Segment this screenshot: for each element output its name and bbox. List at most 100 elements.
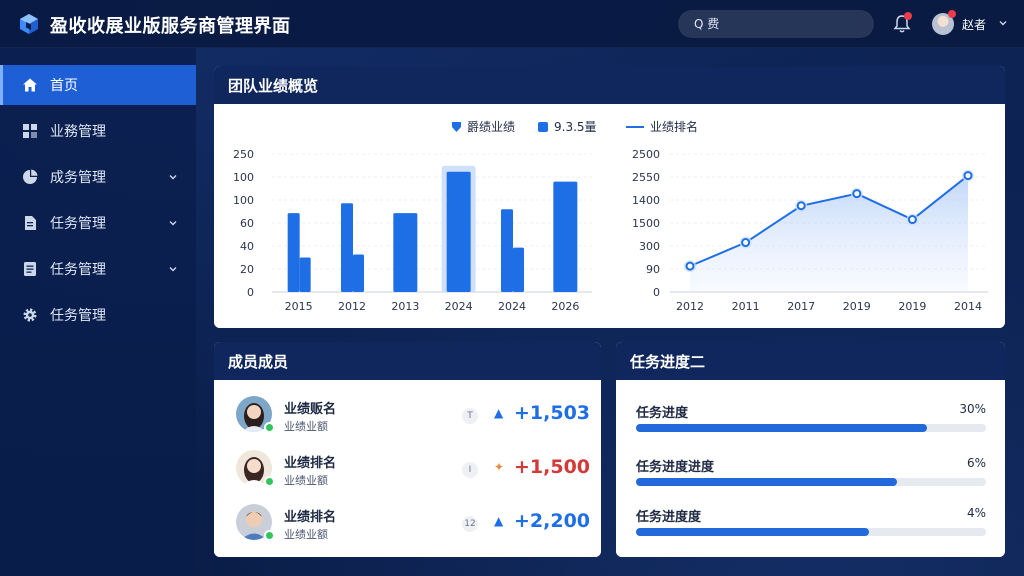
progress-title: 任务进度二 — [616, 342, 1005, 380]
trend-up-icon: ▲ — [494, 406, 504, 420]
gear-icon — [23, 308, 37, 322]
member-name: 业绩排名 — [284, 510, 337, 525]
y-tick-label: 40 — [240, 240, 254, 253]
chevron-down-icon[interactable] — [168, 172, 178, 182]
data-point — [741, 238, 751, 248]
online-status-dot — [264, 476, 275, 487]
progress-label: 任务进度进度 — [636, 460, 715, 475]
rank-badge: 12 — [462, 516, 478, 532]
y-tick-label: 2550 — [632, 171, 660, 184]
x-tick-label: 2011 — [732, 300, 760, 313]
progress-list: 任务进度 30% 任务进度进度 6% 任务进度度 4% — [616, 380, 1005, 557]
bar — [513, 247, 524, 292]
member-subtitle: 业绩业额 — [284, 528, 328, 541]
sidebar-item-label: 成务管理 — [50, 170, 106, 186]
user-name[interactable]: 赵者 — [962, 16, 986, 33]
progress-item: 任务进度度 4% — [636, 506, 986, 546]
chevron-down-icon[interactable] — [168, 264, 178, 274]
top-header: 盈收收展业版服务商管理界面 赵者 — [0, 0, 1024, 48]
sidebar-item-label: 业務管理 — [50, 124, 106, 140]
y-tick-label: 300 — [639, 240, 660, 253]
sidebar-item-finance[interactable]: 成务管理 — [0, 157, 196, 197]
y-tick-label: 0 — [653, 286, 660, 299]
bar-chart: 0 20 40 60 100 100 250 2015 2012 2013 2024 2024 2026 — [233, 148, 592, 313]
progress-track — [636, 424, 986, 432]
data-point — [852, 189, 862, 199]
member-value: +1,500 — [514, 456, 591, 478]
members-panel: 成员成员 业绩贩名 业绩业额 T ▲ +1,503 业绩排名 业绩业额 I ✦ … — [214, 342, 601, 557]
cube-logo-icon — [20, 14, 38, 34]
rank-badge: I — [462, 462, 478, 478]
bar — [393, 213, 418, 292]
x-tick-label: 2012 — [676, 300, 704, 313]
notification-dot — [904, 12, 912, 20]
x-tick-label: 2013 — [391, 300, 419, 313]
y-tick-label: 1500 — [632, 217, 660, 230]
data-point — [963, 171, 973, 181]
x-tick-label: 2024 — [445, 300, 473, 313]
sidebar-item-tasks-1[interactable]: 任务管理 — [0, 203, 196, 243]
member-name: 业绩贩名 — [284, 402, 337, 417]
pie-icon — [23, 169, 38, 184]
y-tick-label: 60 — [240, 217, 254, 230]
y-tick-label: 250 — [233, 148, 254, 161]
progress-item: 任务进度进度 6% — [636, 456, 986, 496]
progress-panel: 任务进度二 任务进度 30% 任务进度进度 6% 任务进度度 4% — [616, 342, 1005, 557]
list-item[interactable]: 业绩排名 业绩业额 12 ▲ +2,200 — [236, 502, 590, 546]
progress-item: 任务进度 30% — [636, 402, 986, 442]
progress-fill — [636, 424, 927, 432]
y-tick-label: 1400 — [632, 194, 660, 207]
app-title: 盈收收展业版服务商管理界面 — [50, 16, 291, 37]
sidebar-item-label: 任务管理 — [50, 262, 106, 278]
member-subtitle: 业绩业额 — [284, 474, 328, 487]
rank-badge: T — [462, 408, 478, 424]
x-tick-label: 2014 — [954, 300, 982, 313]
list-item[interactable]: 业绩排名 业绩业额 I ✦ +1,500 — [236, 448, 590, 492]
bar — [299, 257, 311, 292]
grid-icon — [23, 124, 37, 138]
member-value: +1,503 — [514, 402, 591, 424]
bar — [341, 203, 353, 292]
search-input[interactable] — [694, 17, 844, 31]
sidebar-item-tasks-2[interactable]: 任务管理 — [0, 249, 196, 289]
progress-percent: 6% — [966, 456, 986, 470]
search-box[interactable] — [678, 10, 874, 38]
line-area — [690, 175, 968, 292]
progress-fill — [636, 528, 869, 536]
sparkle-icon: ✦ — [494, 460, 505, 474]
progress-percent: 30% — [959, 402, 986, 416]
document-icon — [25, 216, 36, 230]
members-list: 业绩贩名 业绩业额 T ▲ +1,503 业绩排名 业绩业额 I ✦ +1,50… — [214, 380, 601, 557]
x-tick-label: 2019 — [898, 300, 926, 313]
sidebar-item-label: 任务管理 — [50, 216, 106, 232]
members-title: 成员成员 — [214, 342, 601, 380]
list-item[interactable]: 业绩贩名 业绩业额 T ▲ +1,503 — [236, 394, 590, 438]
x-tick-label: 2024 — [498, 300, 526, 313]
y-tick-label: 90 — [646, 263, 660, 276]
progress-label: 任务进度度 — [636, 510, 702, 525]
sidebar-item-label: 任务管理 — [50, 308, 106, 324]
overview-panel: 团队业绩概览 爵绩业绩 9.3.5量 业绩排名 0 20 40 60 100 100 250… — [214, 66, 1005, 328]
bar — [553, 181, 578, 292]
member-subtitle: 业绩业额 — [284, 420, 328, 433]
bar — [287, 213, 300, 292]
x-tick-label: 2026 — [551, 300, 579, 313]
sidebar-item-business[interactable]: 业務管理 — [0, 111, 196, 151]
list-icon — [24, 262, 36, 276]
member-name: 业绩排名 — [284, 456, 337, 471]
progress-track — [636, 528, 986, 536]
overview-body: 爵绩业绩 9.3.5量 业绩排名 0 20 40 60 100 100 250 2015 201… — [214, 104, 1005, 328]
sidebar-item-tasks-3[interactable]: 任务管理 — [0, 295, 196, 335]
progress-track — [636, 478, 986, 486]
chevron-down-icon[interactable] — [168, 218, 178, 228]
sidebar-item-home[interactable]: 首页 — [0, 65, 196, 105]
bar — [446, 171, 471, 292]
online-status-dot — [264, 530, 275, 541]
x-tick-label: 2012 — [338, 300, 366, 313]
x-tick-label: 2019 — [843, 300, 871, 313]
progress-label: 任务进度 — [636, 406, 689, 421]
y-tick-label: 20 — [240, 263, 254, 276]
data-point — [685, 261, 695, 271]
chevron-down-icon[interactable] — [998, 18, 1008, 28]
x-tick-label: 2015 — [285, 300, 313, 313]
